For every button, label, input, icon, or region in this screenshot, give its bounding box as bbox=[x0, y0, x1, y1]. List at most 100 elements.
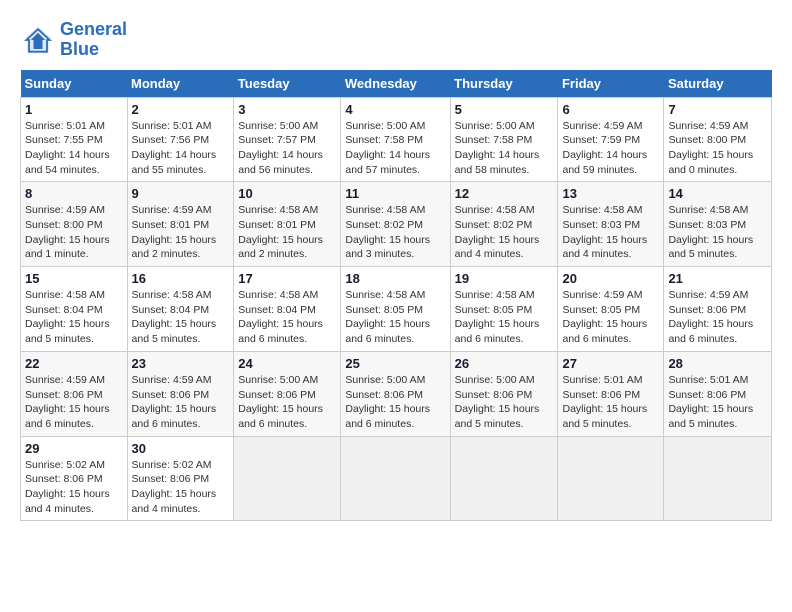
day-info: Sunrise: 4:59 AM Sunset: 8:06 PM Dayligh… bbox=[132, 373, 230, 432]
day-info: Sunrise: 4:59 AM Sunset: 7:59 PM Dayligh… bbox=[562, 119, 659, 178]
day-info: Sunrise: 5:01 AM Sunset: 8:06 PM Dayligh… bbox=[668, 373, 767, 432]
day-number: 30 bbox=[132, 441, 230, 456]
day-number: 29 bbox=[25, 441, 123, 456]
day-number: 28 bbox=[668, 356, 767, 371]
day-cell: 1 Sunrise: 5:01 AM Sunset: 7:55 PM Daylig… bbox=[21, 97, 128, 182]
day-cell: 10 Sunrise: 4:58 AM Sunset: 8:01 PM Dayli… bbox=[234, 182, 341, 267]
day-info: Sunrise: 5:02 AM Sunset: 8:06 PM Dayligh… bbox=[25, 458, 123, 517]
day-cell bbox=[558, 436, 664, 521]
day-cell: 15 Sunrise: 4:58 AM Sunset: 8:04 PM Dayli… bbox=[21, 267, 128, 352]
day-number: 13 bbox=[562, 186, 659, 201]
day-number: 11 bbox=[345, 186, 445, 201]
column-header-monday: Monday bbox=[127, 70, 234, 98]
day-number: 8 bbox=[25, 186, 123, 201]
day-cell: 28 Sunrise: 5:01 AM Sunset: 8:06 PM Dayli… bbox=[664, 351, 772, 436]
column-header-wednesday: Wednesday bbox=[341, 70, 450, 98]
week-row-4: 22Sunrise: 4:59 AM Sunset: 8:06 PM Dayli… bbox=[21, 351, 772, 436]
day-number: 10 bbox=[238, 186, 336, 201]
day-number: 25 bbox=[345, 356, 445, 371]
day-info: Sunrise: 5:02 AM Sunset: 8:06 PM Dayligh… bbox=[132, 458, 230, 517]
day-cell: 22Sunrise: 4:59 AM Sunset: 8:06 PM Dayli… bbox=[21, 351, 128, 436]
day-info: Sunrise: 4:58 AM Sunset: 8:03 PM Dayligh… bbox=[668, 203, 767, 262]
day-number: 2 bbox=[132, 102, 230, 117]
calendar-table: SundayMondayTuesdayWednesdayThursdayFrid… bbox=[20, 70, 772, 522]
day-number: 27 bbox=[562, 356, 659, 371]
day-number: 3 bbox=[238, 102, 336, 117]
day-cell: 11 Sunrise: 4:58 AM Sunset: 8:02 PM Dayli… bbox=[341, 182, 450, 267]
day-cell: 16 Sunrise: 4:58 AM Sunset: 8:04 PM Dayli… bbox=[127, 267, 234, 352]
day-info: Sunrise: 4:59 AM Sunset: 8:06 PM Dayligh… bbox=[25, 373, 123, 432]
day-info: Sunrise: 4:59 AM Sunset: 8:05 PM Dayligh… bbox=[562, 288, 659, 347]
day-info: Sunrise: 5:01 AM Sunset: 7:55 PM Dayligh… bbox=[25, 119, 123, 178]
day-number: 9 bbox=[132, 186, 230, 201]
day-cell: 21Sunrise: 4:59 AM Sunset: 8:06 PM Dayli… bbox=[664, 267, 772, 352]
day-info: Sunrise: 4:58 AM Sunset: 8:05 PM Dayligh… bbox=[455, 288, 554, 347]
day-cell: 19 Sunrise: 4:58 AM Sunset: 8:05 PM Dayli… bbox=[450, 267, 558, 352]
day-cell: 24 Sunrise: 5:00 AM Sunset: 8:06 PM Dayli… bbox=[234, 351, 341, 436]
day-cell: 29 Sunrise: 5:02 AM Sunset: 8:06 PM Dayli… bbox=[21, 436, 128, 521]
column-header-thursday: Thursday bbox=[450, 70, 558, 98]
column-header-sunday: Sunday bbox=[21, 70, 128, 98]
day-cell: 17 Sunrise: 4:58 AM Sunset: 8:04 PM Dayli… bbox=[234, 267, 341, 352]
day-info: Sunrise: 4:59 AM Sunset: 8:06 PM Dayligh… bbox=[668, 288, 767, 347]
day-info: Sunrise: 5:00 AM Sunset: 7:57 PM Dayligh… bbox=[238, 119, 336, 178]
day-info: Sunrise: 4:58 AM Sunset: 8:02 PM Dayligh… bbox=[345, 203, 445, 262]
logo-text: General Blue bbox=[60, 20, 127, 60]
day-cell: 2 Sunrise: 5:01 AM Sunset: 7:56 PM Daylig… bbox=[127, 97, 234, 182]
day-info: Sunrise: 4:58 AM Sunset: 8:04 PM Dayligh… bbox=[25, 288, 123, 347]
day-number: 7 bbox=[668, 102, 767, 117]
day-info: Sunrise: 4:58 AM Sunset: 8:05 PM Dayligh… bbox=[345, 288, 445, 347]
day-info: Sunrise: 4:58 AM Sunset: 8:04 PM Dayligh… bbox=[132, 288, 230, 347]
day-number: 20 bbox=[562, 271, 659, 286]
day-number: 19 bbox=[455, 271, 554, 286]
day-info: Sunrise: 5:00 AM Sunset: 7:58 PM Dayligh… bbox=[345, 119, 445, 178]
day-info: Sunrise: 5:00 AM Sunset: 8:06 PM Dayligh… bbox=[345, 373, 445, 432]
day-number: 4 bbox=[345, 102, 445, 117]
day-info: Sunrise: 4:58 AM Sunset: 8:02 PM Dayligh… bbox=[455, 203, 554, 262]
header-row: SundayMondayTuesdayWednesdayThursdayFrid… bbox=[21, 70, 772, 98]
day-cell: 4 Sunrise: 5:00 AM Sunset: 7:58 PM Daylig… bbox=[341, 97, 450, 182]
day-cell: 8Sunrise: 4:59 AM Sunset: 8:00 PM Daylig… bbox=[21, 182, 128, 267]
day-cell: 20 Sunrise: 4:59 AM Sunset: 8:05 PM Dayli… bbox=[558, 267, 664, 352]
day-cell: 30 Sunrise: 5:02 AM Sunset: 8:06 PM Dayli… bbox=[127, 436, 234, 521]
day-number: 26 bbox=[455, 356, 554, 371]
day-number: 24 bbox=[238, 356, 336, 371]
day-cell: 3 Sunrise: 5:00 AM Sunset: 7:57 PM Daylig… bbox=[234, 97, 341, 182]
day-cell: 5 Sunrise: 5:00 AM Sunset: 7:58 PM Daylig… bbox=[450, 97, 558, 182]
day-info: Sunrise: 5:01 AM Sunset: 8:06 PM Dayligh… bbox=[562, 373, 659, 432]
day-number: 15 bbox=[25, 271, 123, 286]
day-info: Sunrise: 5:01 AM Sunset: 7:56 PM Dayligh… bbox=[132, 119, 230, 178]
day-info: Sunrise: 5:00 AM Sunset: 7:58 PM Dayligh… bbox=[455, 119, 554, 178]
day-cell: 7 Sunrise: 4:59 AM Sunset: 8:00 PM Daylig… bbox=[664, 97, 772, 182]
day-cell: 26 Sunrise: 5:00 AM Sunset: 8:06 PM Dayli… bbox=[450, 351, 558, 436]
day-info: Sunrise: 4:59 AM Sunset: 8:01 PM Dayligh… bbox=[132, 203, 230, 262]
week-row-3: 15 Sunrise: 4:58 AM Sunset: 8:04 PM Dayli… bbox=[21, 267, 772, 352]
day-number: 17 bbox=[238, 271, 336, 286]
day-cell bbox=[664, 436, 772, 521]
day-cell: 13 Sunrise: 4:58 AM Sunset: 8:03 PM Dayli… bbox=[558, 182, 664, 267]
day-number: 16 bbox=[132, 271, 230, 286]
column-header-friday: Friday bbox=[558, 70, 664, 98]
day-cell bbox=[234, 436, 341, 521]
day-info: Sunrise: 4:58 AM Sunset: 8:01 PM Dayligh… bbox=[238, 203, 336, 262]
day-cell: 27 Sunrise: 5:01 AM Sunset: 8:06 PM Dayli… bbox=[558, 351, 664, 436]
day-info: Sunrise: 4:58 AM Sunset: 8:04 PM Dayligh… bbox=[238, 288, 336, 347]
column-header-saturday: Saturday bbox=[664, 70, 772, 98]
day-info: Sunrise: 4:59 AM Sunset: 8:00 PM Dayligh… bbox=[668, 119, 767, 178]
day-cell bbox=[341, 436, 450, 521]
week-row-1: 1 Sunrise: 5:01 AM Sunset: 7:55 PM Daylig… bbox=[21, 97, 772, 182]
day-cell: 18 Sunrise: 4:58 AM Sunset: 8:05 PM Dayli… bbox=[341, 267, 450, 352]
day-number: 6 bbox=[562, 102, 659, 117]
logo-icon bbox=[20, 22, 56, 58]
day-info: Sunrise: 5:00 AM Sunset: 8:06 PM Dayligh… bbox=[455, 373, 554, 432]
day-number: 18 bbox=[345, 271, 445, 286]
day-cell: 25 Sunrise: 5:00 AM Sunset: 8:06 PM Dayli… bbox=[341, 351, 450, 436]
day-number: 1 bbox=[25, 102, 123, 117]
day-info: Sunrise: 5:00 AM Sunset: 8:06 PM Dayligh… bbox=[238, 373, 336, 432]
day-number: 5 bbox=[455, 102, 554, 117]
day-cell: 12Sunrise: 4:58 AM Sunset: 8:02 PM Dayli… bbox=[450, 182, 558, 267]
day-info: Sunrise: 4:58 AM Sunset: 8:03 PM Dayligh… bbox=[562, 203, 659, 262]
logo: General Blue bbox=[20, 20, 127, 60]
day-cell: 23Sunrise: 4:59 AM Sunset: 8:06 PM Dayli… bbox=[127, 351, 234, 436]
day-cell: 14Sunrise: 4:58 AM Sunset: 8:03 PM Dayli… bbox=[664, 182, 772, 267]
